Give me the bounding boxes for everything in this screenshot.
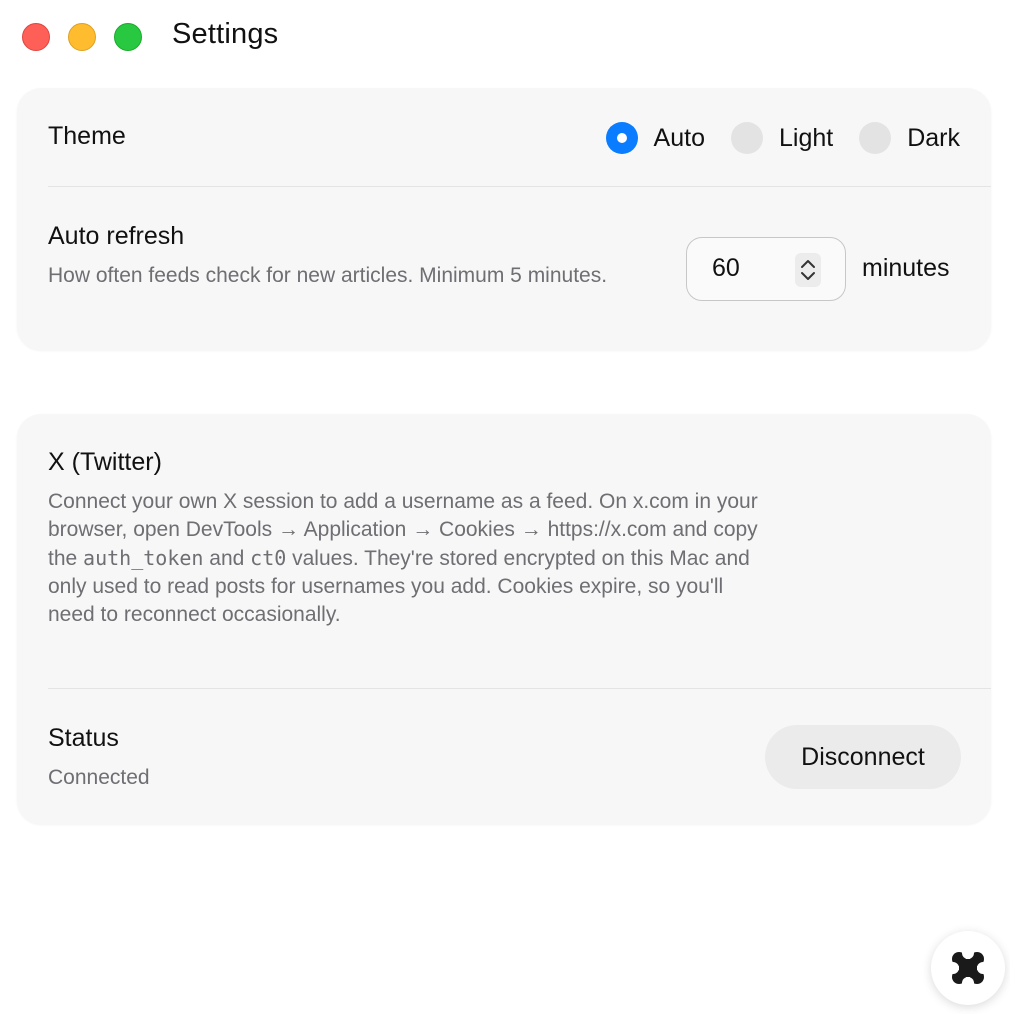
code-ct0: ct0 — [250, 546, 287, 570]
floating-action-button[interactable] — [931, 931, 1005, 1005]
section-divider — [48, 688, 991, 689]
refresh-interval-stepper[interactable]: 60 — [686, 237, 846, 301]
settings-window: Settings Theme Auto Light Dark Auto refr… — [0, 0, 1010, 1014]
theme-option-auto[interactable]: Auto — [605, 122, 705, 154]
theme-option-label: Light — [778, 123, 834, 152]
auto-refresh-label: Auto refresh — [48, 222, 185, 250]
status-value: Connected — [48, 766, 150, 789]
radio-checked-icon[interactable] — [605, 122, 638, 154]
chevron-up-down-icon[interactable] — [795, 253, 821, 287]
twitter-section-title: X (Twitter) — [48, 448, 162, 476]
status-label: Status — [48, 724, 119, 752]
theme-option-label: Auto — [653, 123, 705, 152]
theme-option-label: Dark — [907, 123, 960, 152]
theme-option-light[interactable]: Light — [730, 122, 834, 154]
twitter-settings-card: X (Twitter) Connect your own X session t… — [17, 414, 991, 824]
radio-unchecked-icon[interactable] — [859, 122, 892, 154]
twitter-description: Connect your own X session to add a user… — [48, 488, 768, 629]
theme-option-dark[interactable]: Dark — [859, 122, 960, 154]
radio-unchecked-icon[interactable] — [730, 122, 763, 154]
auto-refresh-description: How often feeds check for new articles. … — [48, 264, 608, 287]
general-settings-card: Theme Auto Light Dark Auto refresh How o… — [17, 88, 991, 350]
window-title: Settings — [172, 18, 279, 50]
theme-radio-group: Auto Light Dark — [605, 121, 960, 155]
maximize-window-button[interactable] — [114, 23, 142, 51]
four-petal-logo-icon — [950, 950, 986, 986]
close-window-button[interactable] — [22, 23, 50, 51]
refresh-interval-value[interactable]: 60 — [712, 254, 740, 283]
theme-label: Theme — [48, 122, 126, 150]
minimize-window-button[interactable] — [68, 23, 96, 51]
code-auth-token: auth_token — [83, 546, 204, 570]
disconnect-button[interactable]: Disconnect — [765, 725, 961, 789]
title-bar: Settings — [0, 0, 1010, 72]
section-divider — [48, 186, 991, 187]
refresh-unit-label: minutes — [862, 254, 950, 282]
description-text: and — [203, 547, 251, 570]
